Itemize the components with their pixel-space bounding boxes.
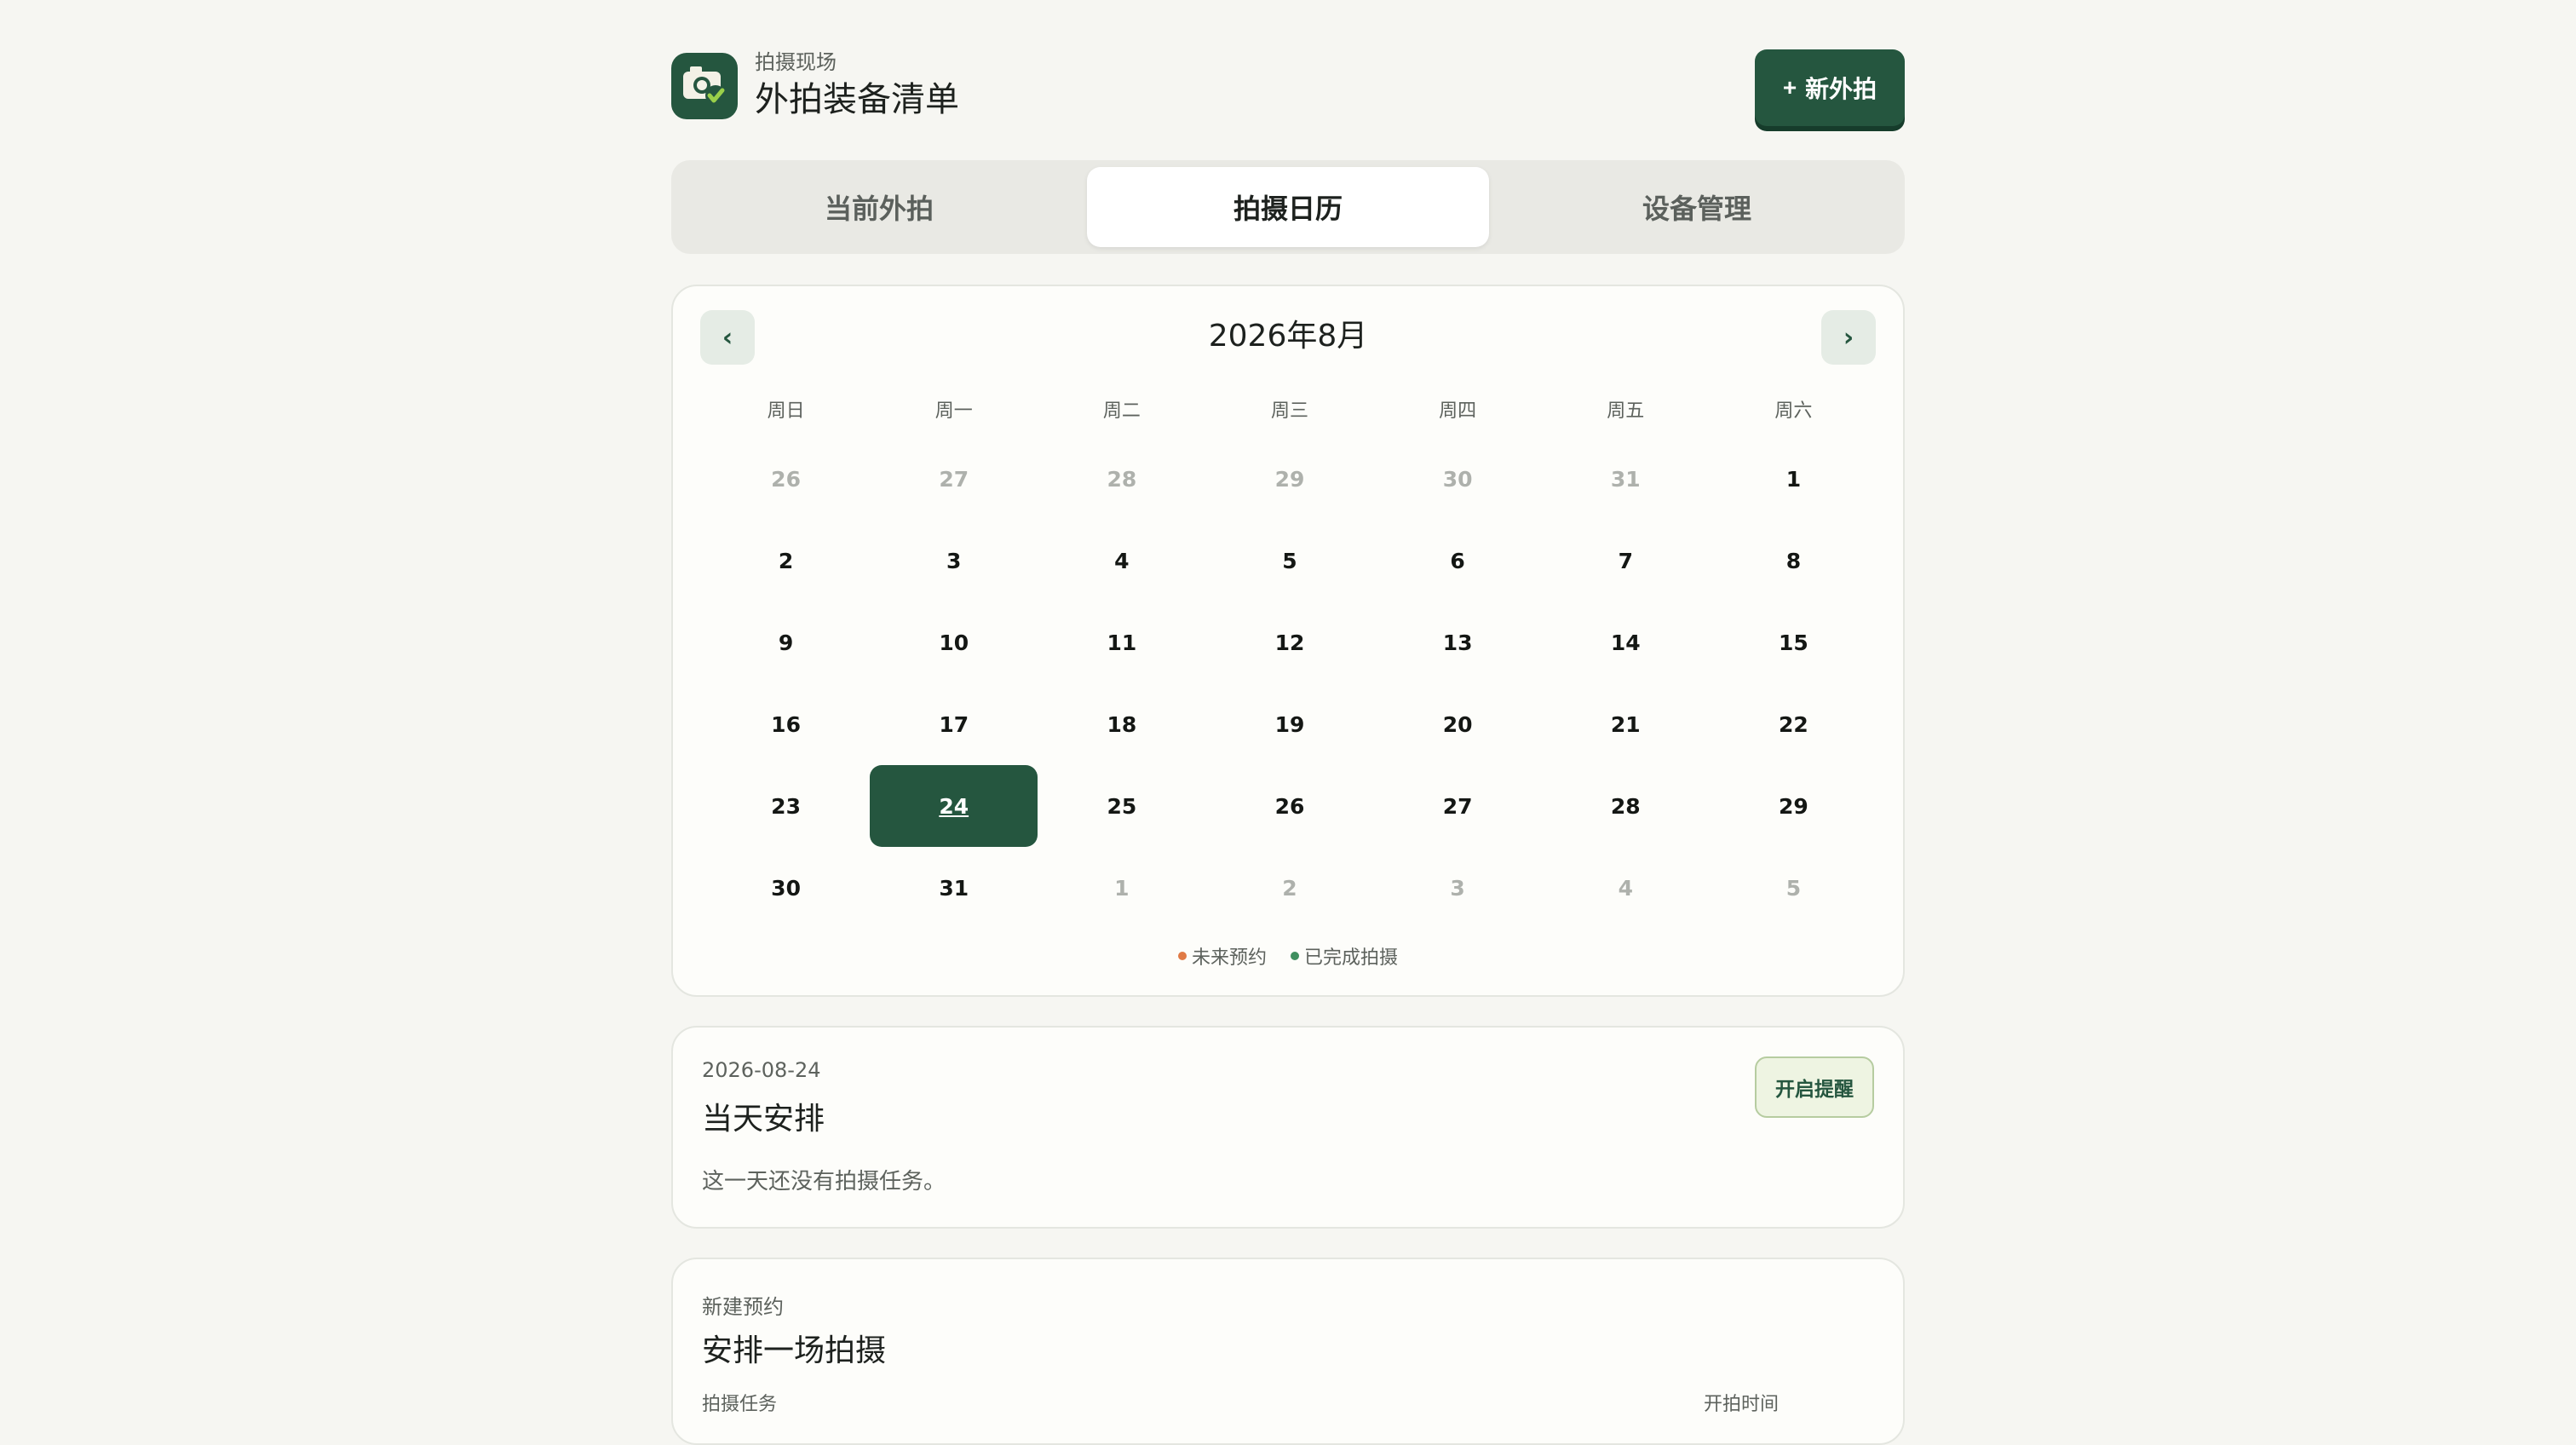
page-title: 外拍装备清单 [755,80,959,119]
calendar-day[interactable]: 30 [1372,438,1544,520]
calendar-day[interactable]: 5 [1204,520,1375,602]
calendar-day[interactable]: 31 [1540,438,1711,520]
weekday-label: 周五 [1607,400,1645,422]
tab-bar: 当前外拍 拍摄日历 设备管理 [671,160,1905,254]
calendar-day[interactable]: 10 [868,602,1039,683]
calendar-day[interactable]: 5 [1708,847,1879,929]
calendar-day[interactable]: 9 [700,602,871,683]
empty-state-text: 这一天还没有拍摄任务。 [702,1169,946,1195]
legend-label: 未来预约 [1191,947,1267,969]
calendar-day[interactable]: 8 [1708,520,1879,602]
calendar-day[interactable]: 4 [1036,520,1207,602]
weekday-label: 周三 [1270,400,1308,422]
calendar-day[interactable]: 21 [1540,683,1711,765]
calendar-day[interactable]: 4 [1540,847,1711,929]
calendar-day[interactable]: 31 [868,847,1039,929]
app-eyebrow: 拍摄现场 [755,50,837,74]
weekday-label: 周二 [1102,400,1141,422]
calendar-day[interactable]: 13 [1372,602,1544,683]
tab-current-shoot[interactable]: 当前外拍 [678,167,1080,247]
calendar-day[interactable]: 6 [1372,520,1544,602]
weekday-label: 周四 [1439,400,1477,422]
page-header: 拍摄现场 外拍装备清单 + 新外拍 [671,49,1905,131]
calendar-day[interactable]: 17 [868,683,1039,765]
month-label: 2026年8月 [1208,319,1368,354]
calendar-day[interactable]: 25 [1036,765,1207,847]
calendar-day[interactable]: 7 [1540,520,1711,602]
calendar-day[interactable]: 28 [1036,438,1207,520]
tab-equipment[interactable]: 设备管理 [1496,167,1898,247]
calendar-day-selected[interactable]: 24 [870,765,1038,847]
enable-reminder-button[interactable]: 开启提醒 [1755,1056,1874,1118]
legend-dot-icon [1177,952,1187,960]
next-month-button[interactable]: › [1821,310,1876,365]
calendar-day[interactable]: 27 [868,438,1039,520]
legend-dot-icon [1291,952,1299,960]
tab-shoot-calendar[interactable]: 拍摄日历 [1087,167,1489,247]
weekday-label: 周日 [767,400,805,422]
calendar-day[interactable]: 3 [868,520,1039,602]
calendar-day[interactable]: 29 [1708,765,1879,847]
day-schedule-title: 当天安排 [702,1102,825,1137]
calendar-day[interactable]: 26 [700,438,871,520]
calendar-day[interactable]: 12 [1204,602,1375,683]
calendar-day[interactable]: 14 [1540,602,1711,683]
calendar-card: ‹ 2026年8月 › 周日 周一 周二 周三 周四 周五 周六 26 27 28 2… [671,285,1905,997]
calendar-day[interactable]: 16 [700,683,871,765]
new-shoot-label: 新外拍 [1805,76,1877,102]
calendar-day[interactable]: 28 [1540,765,1711,847]
calendar-day[interactable]: 2 [700,520,871,602]
calendar-day[interactable]: 27 [1372,765,1544,847]
calendar-day[interactable]: 23 [700,765,871,847]
calendar-day[interactable]: 19 [1204,683,1375,765]
calendar-legend: 未来预约 已完成拍摄 [673,942,1903,970]
legend-label: 已完成拍摄 [1304,947,1399,969]
calendar-day[interactable]: 30 [700,847,871,929]
weekday-label: 周一 [934,400,973,422]
weekday-header: 周日 周一 周二 周三 周四 周五 周六 [702,399,1877,424]
booking-title: 安排一场拍摄 [702,1333,887,1368]
camera-check-icon [671,53,738,119]
calendar-day[interactable]: 2 [1204,847,1375,929]
calendar-day[interactable]: 29 [1204,438,1375,520]
calendar-day[interactable]: 20 [1372,683,1544,765]
plus-icon: + [1782,74,1797,101]
booking-eyebrow: 新建预约 [702,1295,784,1319]
calendar-day[interactable]: 1 [1036,847,1207,929]
new-booking-card: 新建预约 安排一场拍摄 拍摄任务 开拍时间 [671,1258,1905,1445]
legend-item-upcoming: 未来预约 [1177,942,1267,970]
legend-item-completed: 已完成拍摄 [1291,942,1398,970]
shoot-task-label: 拍摄任务 [702,1394,778,1415]
calendar-day[interactable]: 11 [1036,602,1207,683]
day-schedule-card: 2026-08-24 当天安排 这一天还没有拍摄任务。 开启提醒 [671,1026,1905,1229]
new-shoot-button[interactable]: + 新外拍 [1755,49,1905,126]
calendar-day[interactable]: 18 [1036,683,1207,765]
calendar-day[interactable]: 26 [1204,765,1375,847]
selected-date: 2026-08-24 [702,1058,821,1082]
weekday-label: 周六 [1774,400,1813,422]
calendar-day[interactable]: 15 [1708,602,1879,683]
start-time-label: 开拍时间 [1704,1394,1780,1415]
calendar-day[interactable]: 22 [1708,683,1879,765]
calendar-day[interactable]: 1 [1708,438,1879,520]
calendar-grid: 26 27 28 29 30 31 1 2 3 4 5 6 7 8 9 10 11 12 13 14 15 16 17 18 1… [702,438,1877,929]
calendar-day[interactable]: 3 [1372,847,1544,929]
